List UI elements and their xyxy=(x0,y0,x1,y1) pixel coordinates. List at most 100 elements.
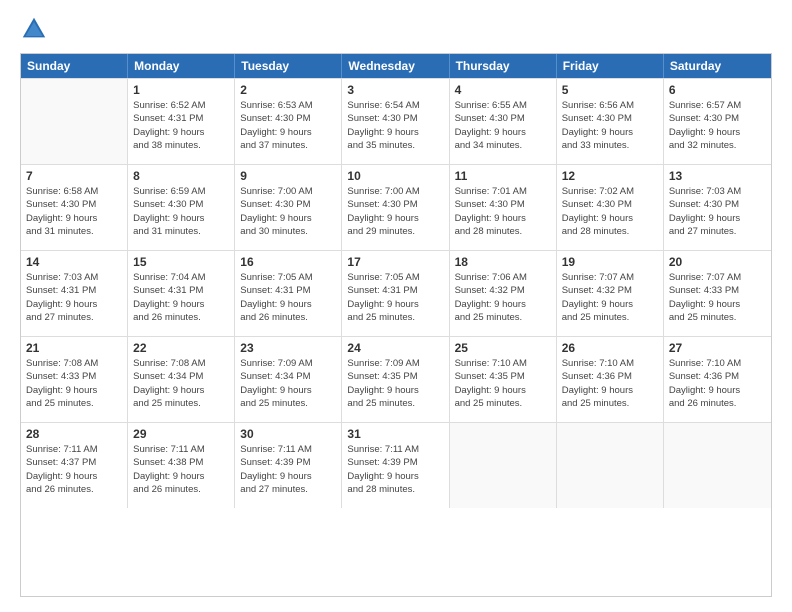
cal-cell: 26 Sunrise: 7:10 AMSunset: 4:36 PMDayligh… xyxy=(557,337,664,422)
cal-cell: 20 Sunrise: 7:07 AMSunset: 4:33 PMDayligh… xyxy=(664,251,771,336)
day-info: Sunrise: 7:06 AMSunset: 4:32 PMDaylight:… xyxy=(455,271,551,324)
cal-header-thursday: Thursday xyxy=(450,54,557,78)
day-info: Sunrise: 7:01 AMSunset: 4:30 PMDaylight:… xyxy=(455,185,551,238)
day-number: 8 xyxy=(133,169,229,183)
cal-header-saturday: Saturday xyxy=(664,54,771,78)
cal-cell: 3 Sunrise: 6:54 AMSunset: 4:30 PMDaylight… xyxy=(342,79,449,164)
day-info: Sunrise: 7:07 AMSunset: 4:33 PMDaylight:… xyxy=(669,271,766,324)
calendar: SundayMondayTuesdayWednesdayThursdayFrid… xyxy=(20,53,772,597)
day-number: 6 xyxy=(669,83,766,97)
day-info: Sunrise: 6:54 AMSunset: 4:30 PMDaylight:… xyxy=(347,99,443,152)
day-number: 1 xyxy=(133,83,229,97)
day-number: 13 xyxy=(669,169,766,183)
logo-icon xyxy=(20,15,48,43)
cal-week-3: 14 Sunrise: 7:03 AMSunset: 4:31 PMDayligh… xyxy=(21,250,771,336)
day-number: 15 xyxy=(133,255,229,269)
day-number: 16 xyxy=(240,255,336,269)
day-info: Sunrise: 7:08 AMSunset: 4:33 PMDaylight:… xyxy=(26,357,122,410)
cal-week-2: 7 Sunrise: 6:58 AMSunset: 4:30 PMDaylight… xyxy=(21,164,771,250)
cal-cell xyxy=(450,423,557,508)
cal-cell xyxy=(21,79,128,164)
cal-cell: 15 Sunrise: 7:04 AMSunset: 4:31 PMDayligh… xyxy=(128,251,235,336)
day-info: Sunrise: 7:11 AMSunset: 4:39 PMDaylight:… xyxy=(240,443,336,496)
cal-cell: 18 Sunrise: 7:06 AMSunset: 4:32 PMDayligh… xyxy=(450,251,557,336)
cal-cell: 21Sunrise: 7:08 AMSunset: 4:33 PMDayligh… xyxy=(21,337,128,422)
day-info: Sunrise: 7:10 AMSunset: 4:36 PMDaylight:… xyxy=(669,357,766,410)
day-number: 28 xyxy=(26,427,122,441)
day-number: 2 xyxy=(240,83,336,97)
calendar-header-row: SundayMondayTuesdayWednesdayThursdayFrid… xyxy=(21,54,771,78)
cal-header-friday: Friday xyxy=(557,54,664,78)
day-number: 5 xyxy=(562,83,658,97)
cal-cell: 2Sunrise: 6:53 AMSunset: 4:30 PMDaylight… xyxy=(235,79,342,164)
day-number: 10 xyxy=(347,169,443,183)
cal-week-4: 21Sunrise: 7:08 AMSunset: 4:33 PMDayligh… xyxy=(21,336,771,422)
day-number: 12 xyxy=(562,169,658,183)
cal-cell: 7 Sunrise: 6:58 AMSunset: 4:30 PMDaylight… xyxy=(21,165,128,250)
day-info: Sunrise: 7:00 AMSunset: 4:30 PMDaylight:… xyxy=(240,185,336,238)
day-info: Sunrise: 7:07 AMSunset: 4:32 PMDaylight:… xyxy=(562,271,658,324)
cal-cell: 29 Sunrise: 7:11 AMSunset: 4:38 PMDayligh… xyxy=(128,423,235,508)
cal-cell: 9 Sunrise: 7:00 AMSunset: 4:30 PMDaylight… xyxy=(235,165,342,250)
cal-header-sunday: Sunday xyxy=(21,54,128,78)
cal-header-tuesday: Tuesday xyxy=(235,54,342,78)
cal-cell: 16 Sunrise: 7:05 AMSunset: 4:31 PMDayligh… xyxy=(235,251,342,336)
day-number: 14 xyxy=(26,255,122,269)
cal-cell: 4 Sunrise: 6:55 AMSunset: 4:30 PMDaylight… xyxy=(450,79,557,164)
day-number: 27 xyxy=(669,341,766,355)
cal-cell: 19Sunrise: 7:07 AMSunset: 4:32 PMDayligh… xyxy=(557,251,664,336)
cal-header-monday: Monday xyxy=(128,54,235,78)
cal-cell: 25Sunrise: 7:10 AMSunset: 4:35 PMDayligh… xyxy=(450,337,557,422)
cal-cell: 14 Sunrise: 7:03 AMSunset: 4:31 PMDayligh… xyxy=(21,251,128,336)
cal-cell: 12Sunrise: 7:02 AMSunset: 4:30 PMDayligh… xyxy=(557,165,664,250)
cal-cell: 1Sunrise: 6:52 AMSunset: 4:31 PMDaylight… xyxy=(128,79,235,164)
day-number: 29 xyxy=(133,427,229,441)
day-number: 26 xyxy=(562,341,658,355)
day-number: 11 xyxy=(455,169,551,183)
day-number: 22 xyxy=(133,341,229,355)
day-number: 24 xyxy=(347,341,443,355)
day-number: 4 xyxy=(455,83,551,97)
cal-cell: 6 Sunrise: 6:57 AMSunset: 4:30 PMDaylight… xyxy=(664,79,771,164)
cal-cell: 22Sunrise: 7:08 AMSunset: 4:34 PMDayligh… xyxy=(128,337,235,422)
day-info: Sunrise: 6:57 AMSunset: 4:30 PMDaylight:… xyxy=(669,99,766,152)
cal-cell xyxy=(664,423,771,508)
cal-cell: 11 Sunrise: 7:01 AMSunset: 4:30 PMDayligh… xyxy=(450,165,557,250)
cal-week-1: 1Sunrise: 6:52 AMSunset: 4:31 PMDaylight… xyxy=(21,78,771,164)
day-number: 18 xyxy=(455,255,551,269)
day-number: 23 xyxy=(240,341,336,355)
cal-cell: 27 Sunrise: 7:10 AMSunset: 4:36 PMDayligh… xyxy=(664,337,771,422)
day-info: Sunrise: 7:09 AMSunset: 4:35 PMDaylight:… xyxy=(347,357,443,410)
day-number: 17 xyxy=(347,255,443,269)
day-info: Sunrise: 7:05 AMSunset: 4:31 PMDaylight:… xyxy=(240,271,336,324)
day-number: 7 xyxy=(26,169,122,183)
day-info: Sunrise: 7:10 AMSunset: 4:36 PMDaylight:… xyxy=(562,357,658,410)
cal-cell: 17 Sunrise: 7:05 AMSunset: 4:31 PMDayligh… xyxy=(342,251,449,336)
day-info: Sunrise: 7:11 AMSunset: 4:39 PMDaylight:… xyxy=(347,443,443,496)
day-info: Sunrise: 7:00 AMSunset: 4:30 PMDaylight:… xyxy=(347,185,443,238)
day-info: Sunrise: 6:58 AMSunset: 4:30 PMDaylight:… xyxy=(26,185,122,238)
cal-cell: 30 Sunrise: 7:11 AMSunset: 4:39 PMDayligh… xyxy=(235,423,342,508)
logo xyxy=(20,15,52,43)
header xyxy=(20,15,772,43)
day-info: Sunrise: 6:55 AMSunset: 4:30 PMDaylight:… xyxy=(455,99,551,152)
cal-cell: 13Sunrise: 7:03 AMSunset: 4:30 PMDayligh… xyxy=(664,165,771,250)
cal-cell: 8 Sunrise: 6:59 AMSunset: 4:30 PMDaylight… xyxy=(128,165,235,250)
cal-cell: 23 Sunrise: 7:09 AMSunset: 4:34 PMDayligh… xyxy=(235,337,342,422)
day-info: Sunrise: 6:56 AMSunset: 4:30 PMDaylight:… xyxy=(562,99,658,152)
day-info: Sunrise: 7:04 AMSunset: 4:31 PMDaylight:… xyxy=(133,271,229,324)
day-number: 3 xyxy=(347,83,443,97)
day-info: Sunrise: 7:09 AMSunset: 4:34 PMDaylight:… xyxy=(240,357,336,410)
day-number: 25 xyxy=(455,341,551,355)
cal-cell: 24 Sunrise: 7:09 AMSunset: 4:35 PMDayligh… xyxy=(342,337,449,422)
day-info: Sunrise: 6:59 AMSunset: 4:30 PMDaylight:… xyxy=(133,185,229,238)
day-number: 9 xyxy=(240,169,336,183)
cal-cell: 10 Sunrise: 7:00 AMSunset: 4:30 PMDayligh… xyxy=(342,165,449,250)
day-number: 30 xyxy=(240,427,336,441)
cal-cell: 31Sunrise: 7:11 AMSunset: 4:39 PMDayligh… xyxy=(342,423,449,508)
calendar-body: 1Sunrise: 6:52 AMSunset: 4:31 PMDaylight… xyxy=(21,78,771,508)
day-number: 20 xyxy=(669,255,766,269)
day-info: Sunrise: 7:11 AMSunset: 4:38 PMDaylight:… xyxy=(133,443,229,496)
day-info: Sunrise: 7:03 AMSunset: 4:31 PMDaylight:… xyxy=(26,271,122,324)
day-info: Sunrise: 7:05 AMSunset: 4:31 PMDaylight:… xyxy=(347,271,443,324)
